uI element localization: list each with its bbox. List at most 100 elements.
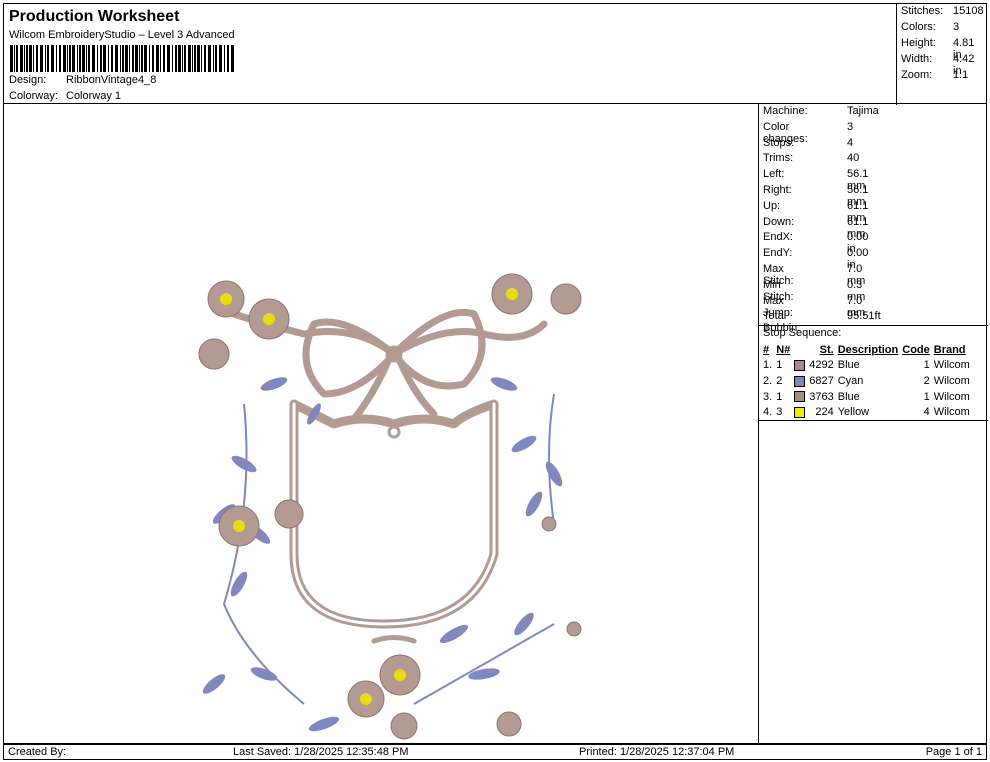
barcode-bar	[125, 45, 128, 72]
table-row: 2. 2 6827 Cyan 2 Wilcom	[761, 373, 972, 389]
info-label: Machine:	[763, 105, 808, 117]
barcode-bar	[33, 45, 34, 72]
barcode-bar	[188, 45, 191, 72]
barcode-bar	[201, 45, 202, 72]
stop-sequence-table: # N# St. Description Code Brand 1. 1 4292 B…	[761, 342, 972, 420]
barcode-bar	[72, 45, 75, 72]
stop-code: 1	[923, 359, 930, 372]
barcode-bar	[152, 45, 154, 72]
col-code: Code	[902, 343, 930, 356]
stop-n: 1	[776, 359, 783, 372]
barcode-bar	[51, 45, 54, 72]
barcode-bar	[144, 45, 147, 72]
barcode-bar	[59, 45, 61, 72]
stop-sequence-heading: Stop Sequence:	[763, 327, 842, 339]
barcode-bar	[178, 45, 181, 72]
worksheet-header: Production Worksheet Wilcom EmbroiderySt…	[3, 3, 987, 105]
barcode-bar	[88, 45, 90, 72]
stop-desc: Blue	[837, 359, 860, 372]
barcode-bar	[204, 45, 206, 72]
barcode-bar	[100, 45, 102, 72]
barcode-bar	[213, 45, 214, 72]
stop-brand: Wilcom	[933, 390, 970, 403]
barcode-bar	[45, 45, 46, 72]
barcode-bar	[129, 45, 130, 72]
barcode-bar	[10, 45, 13, 72]
barcode-bar	[77, 45, 78, 72]
worksheet-footer: Created By: Last Saved: 1/28/2025 12:35:…	[3, 744, 987, 760]
info-label: Stops:	[763, 136, 795, 149]
info-value: 3	[847, 120, 854, 133]
barcode-bar	[29, 45, 32, 72]
stop-brand: Wilcom	[933, 359, 970, 372]
barcode-bar	[224, 45, 225, 72]
barcode-bar	[36, 45, 38, 72]
barcode-bar	[79, 45, 81, 72]
table-row: 1. 1 4292 Blue 1 Wilcom	[761, 358, 972, 374]
printed-date: Printed: 1/28/2025 12:37:04 PM	[579, 746, 735, 758]
barcode-bar	[132, 45, 134, 72]
color-swatch-cell	[792, 389, 807, 405]
barcode-bar	[231, 45, 234, 72]
color-swatch	[794, 391, 806, 403]
stop-num: 4.	[763, 406, 773, 419]
barcode-bar	[175, 45, 177, 72]
design-name: RibbonVintage4_8	[66, 74, 157, 86]
info-value: Tajima	[847, 105, 879, 117]
stop-n: 3	[776, 406, 783, 419]
col-swatch	[792, 342, 807, 358]
machine-info-panel: Machine: Tajima Color changes: 3 Stops: 4 Trim…	[758, 103, 988, 744]
stop-st: 6827	[809, 374, 834, 387]
barcode-bar	[82, 45, 85, 72]
barcode-bar	[197, 45, 200, 72]
barcode-bar	[122, 45, 124, 72]
info-label: Down:	[763, 215, 795, 228]
barcode-bar	[14, 45, 15, 72]
stop-num: 2.	[763, 374, 773, 387]
info-label: Up:	[763, 199, 781, 212]
page-number: Page 1 of 1	[925, 746, 982, 758]
stop-st: 3763	[809, 390, 834, 403]
table-row: 3. 1 3763 Blue 1 Wilcom	[761, 389, 972, 405]
barcode-bar	[120, 45, 121, 72]
color-swatch-cell	[792, 404, 807, 420]
color-swatch-cell	[792, 358, 807, 374]
barcode-bar	[56, 45, 57, 72]
divider	[759, 325, 988, 326]
stop-num: 3.	[763, 390, 773, 403]
color-swatch	[794, 359, 806, 371]
barcode-bar	[192, 45, 193, 72]
barcode-bar	[63, 45, 66, 72]
barcode-bar	[86, 45, 87, 72]
embroidery-design-image	[198, 273, 582, 740]
design-preview-area	[3, 103, 759, 744]
color-swatch	[794, 375, 806, 387]
barcode	[10, 45, 234, 72]
col-description: Description	[837, 343, 899, 356]
info-label: Right:	[763, 184, 792, 196]
created-by: Created By:	[8, 746, 67, 758]
barcode-bar	[115, 45, 118, 72]
barcode-bar	[141, 45, 143, 72]
stop-n: 2	[776, 374, 783, 387]
stop-n: 1	[776, 390, 783, 403]
last-saved: Last Saved: 1/28/2025 12:35:48 PM	[233, 746, 409, 758]
barcode-bar	[67, 45, 68, 72]
barcode-bar	[160, 45, 161, 72]
stop-code: 4	[923, 406, 930, 419]
stop-brand: Wilcom	[933, 406, 970, 419]
page-title: Production Worksheet	[9, 8, 180, 25]
stop-brand: Wilcom	[933, 374, 970, 387]
stop-code: 2	[923, 374, 930, 387]
barcode-bar	[40, 45, 43, 72]
table-row: 4. 3 224 Yellow 4 Wilcom	[761, 404, 972, 420]
barcode-bar	[156, 45, 159, 72]
info-label: Left:	[763, 168, 785, 181]
barcode-bar	[219, 45, 222, 72]
barcode-bar	[97, 45, 98, 72]
barcode-bar	[215, 45, 217, 72]
colorway-label: Colorway:	[9, 90, 58, 102]
divider	[759, 420, 988, 421]
colorway-value: Colorway 1	[66, 90, 122, 102]
barcode-bar	[26, 45, 28, 72]
